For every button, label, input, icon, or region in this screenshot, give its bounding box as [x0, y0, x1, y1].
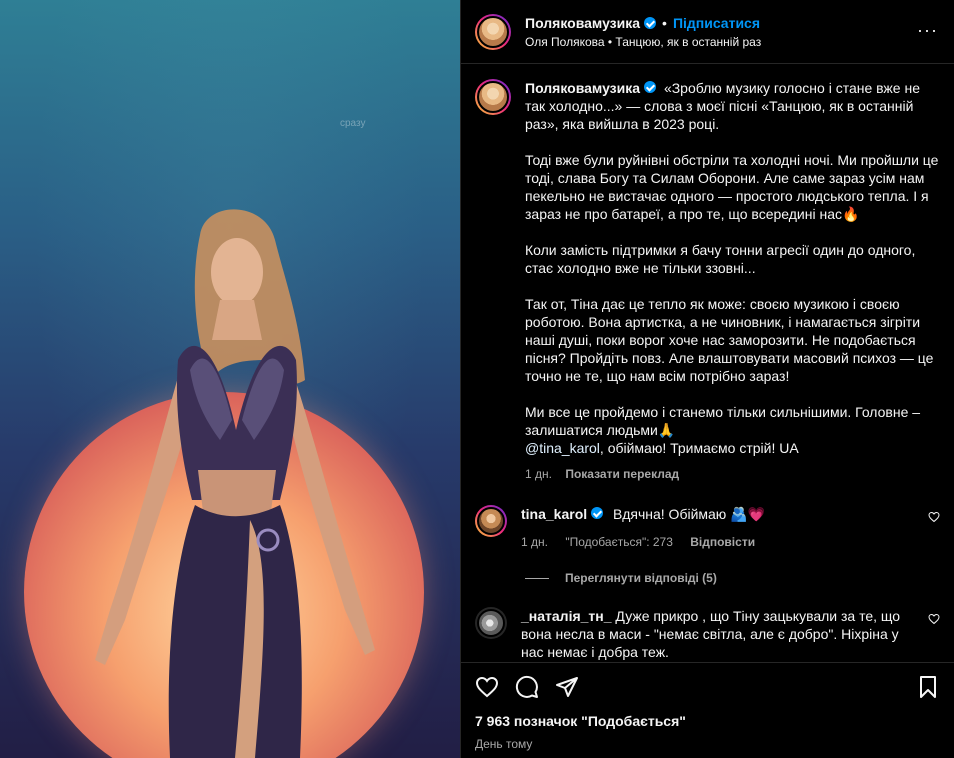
likes-count[interactable]: 7 963 позначок "Подобається" [475, 713, 940, 729]
caption: Поляковамузика «Зроблю музику голосно і … [475, 79, 940, 483]
reply-button[interactable]: Відповісти [690, 535, 755, 549]
author-avatar[interactable] [475, 13, 511, 50]
more-icon[interactable]: ··· [917, 20, 938, 41]
comments-scroll-area[interactable]: Поляковамузика «Зроблю музику голосно і … [461, 65, 954, 662]
comment-heart-icon[interactable] [928, 613, 940, 625]
caption-avatar[interactable] [475, 79, 511, 115]
mention-link[interactable]: @tina_karol [525, 440, 600, 456]
caption-text-2: Тоді вже були руйнівні обстріли та холод… [525, 152, 939, 222]
post-subtitle[interactable]: Оля Полякова • Танцюю, як в останній раз [525, 35, 761, 49]
post-actions: 7 963 позначок "Подобається" День тому [461, 662, 954, 758]
comment-text: Вдячна! Обіймаю 🫂💗 [613, 506, 766, 522]
caption-text-6: , обіймаю! Тримаємо стрій! UA [599, 440, 799, 456]
replies-divider [525, 577, 549, 579]
verified-icon [591, 507, 604, 519]
bookmark-icon[interactable] [916, 675, 940, 699]
caption-age: 1 дн. [525, 467, 552, 481]
comment-heart-icon[interactable] [928, 511, 940, 523]
commenter-avatar[interactable] [475, 505, 507, 537]
post-date[interactable]: День тому [475, 737, 940, 751]
post-details-panel: Поляковамузика • Підписатися Оля Поляков… [460, 0, 954, 758]
commenter-username[interactable]: _наталія_тн_ [521, 608, 612, 624]
verified-icon [644, 81, 657, 93]
share-icon[interactable] [555, 675, 579, 699]
comment-icon[interactable] [515, 675, 539, 699]
post-header: Поляковамузика • Підписатися Оля Поляков… [461, 0, 954, 64]
verified-icon [644, 16, 657, 29]
translate-button[interactable]: Показати переклад [565, 467, 679, 481]
commenter-avatar[interactable] [475, 607, 507, 639]
caption-username[interactable]: Поляковамузика [525, 80, 640, 96]
comment-item: _наталія_тн_ Дуже прикро , що Тіну зацьк… [475, 607, 940, 661]
view-replies-button[interactable]: Переглянути відповіді (5) [525, 571, 940, 585]
post-media[interactable]: сразу [0, 0, 460, 758]
heart-icon[interactable] [475, 675, 499, 699]
comment-likes[interactable]: "Подобається": 273 [565, 535, 673, 549]
separator-dot: • [662, 14, 667, 31]
view-replies-label: Переглянути відповіді (5) [565, 571, 717, 585]
author-username[interactable]: Поляковамузика [525, 15, 640, 31]
commenter-username[interactable]: tina_karol [521, 506, 587, 522]
caption-text-5: Ми все це пройдемо і станемо тільки силь… [525, 404, 921, 438]
caption-text-3: Коли замість підтримки я бачу тонни агре… [525, 242, 916, 276]
caption-text-4: Так от, Тіна дає це тепло як може: своєю… [525, 296, 934, 384]
comment-item: tina_karol Вдячна! Обіймаю 🫂💗 1 дн. "Под… [475, 505, 940, 551]
comment-age: 1 дн. [521, 535, 548, 549]
singer-figure [95, 209, 375, 758]
follow-button[interactable]: Підписатися [673, 15, 760, 31]
media-watermark: сразу [340, 118, 366, 129]
